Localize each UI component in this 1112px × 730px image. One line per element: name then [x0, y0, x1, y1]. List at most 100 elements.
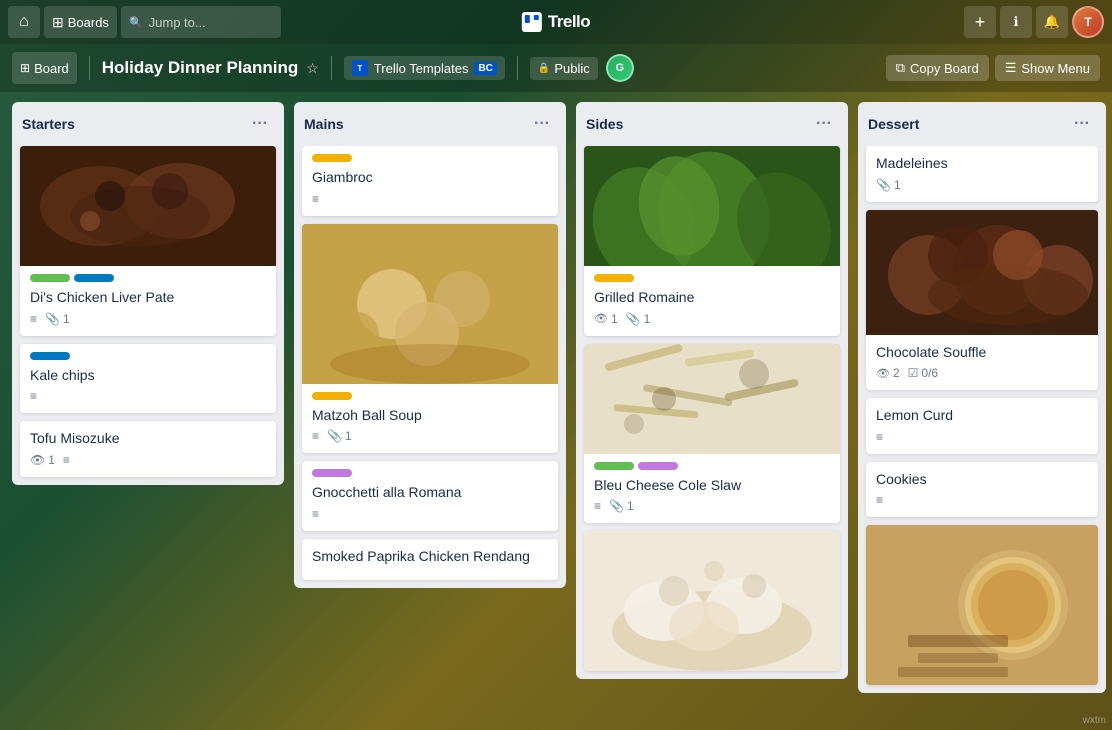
member-avatar[interactable]: G	[606, 54, 634, 82]
home-button[interactable]: ⌂	[8, 6, 40, 38]
card-title-souffle: Chocolate Souffle	[876, 343, 1088, 363]
desc-gnocchetti: ≡	[312, 507, 319, 521]
card-matzo-svg	[302, 224, 558, 384]
attach-romaine: 📎 1	[626, 312, 651, 326]
card-romaine[interactable]: Grilled Romaine 👁 1 📎 1	[584, 146, 840, 336]
column-sides: Sides ···	[576, 102, 848, 679]
attach-icon-romaine: 📎	[626, 312, 641, 326]
card-title-matzoh: Matzoh Ball Soup	[312, 406, 548, 426]
column-title-starters: Starters	[22, 116, 75, 132]
card-sides-3[interactable]	[584, 531, 840, 671]
column-menu-mains[interactable]: ···	[528, 110, 556, 138]
template-badge[interactable]: T Trello Templates BC	[344, 56, 505, 80]
card-coleslaw[interactable]: Bleu Cheese Cole Slaw ≡ 📎 1	[584, 344, 840, 524]
attach-matzoh: 📎 1	[327, 429, 352, 443]
desc-icon-kale: ≡	[30, 389, 37, 403]
card-image-romaine	[584, 146, 840, 266]
divider-1	[89, 56, 90, 80]
attach-coleslaw: 📎 1	[609, 499, 634, 513]
board-view-button[interactable]: ⊞ Board	[12, 52, 77, 84]
card-chicken-liver[interactable]: Di's Chicken Liver Pate ≡ 📎 1	[20, 146, 276, 336]
lock-icon: 🔒	[538, 63, 550, 74]
notification-button[interactable]: 🔔	[1036, 6, 1068, 38]
show-menu-label: Show Menu	[1021, 61, 1090, 76]
card-title-cookies: Cookies	[876, 470, 1088, 490]
count-num: 1	[48, 453, 55, 467]
card-title-chicken-liver: Di's Chicken Liver Pate	[30, 288, 266, 308]
show-menu-button[interactable]: ☰ Show Menu	[995, 55, 1100, 81]
card-footer-madeleines: 📎 1	[876, 178, 1088, 192]
card-labels-kale	[30, 352, 266, 360]
card-cookies[interactable]: Cookies ≡	[866, 462, 1098, 518]
card-rendang[interactable]: Smoked Paprika Chicken Rendang	[302, 539, 558, 581]
card-body-lemon: Lemon Curd ≡	[866, 398, 1098, 454]
watch-romaine: 👁	[594, 312, 608, 325]
card-footer-cookies: ≡	[876, 493, 1088, 507]
card-body-gnocchetti: Gnocchetti alla Romana ≡	[302, 461, 558, 531]
card-title-lemon: Lemon Curd	[876, 406, 1088, 426]
card-footer-lemon: ≡	[876, 430, 1088, 444]
boards-button[interactable]: ⊞ Boards	[44, 6, 117, 38]
desc-coleslaw: ≡	[594, 499, 601, 513]
board-title[interactable]: Holiday Dinner Planning	[102, 58, 298, 78]
desc-lemon: ≡	[876, 430, 883, 444]
card-footer-matzoh: ≡ 📎 1	[312, 429, 548, 443]
card-body-madeleines: Madeleines 📎 1	[866, 146, 1098, 202]
jump-to-button[interactable]: 🔍 Jump to...	[121, 6, 281, 38]
info-button[interactable]: ℹ	[1000, 6, 1032, 38]
star-button[interactable]: ☆	[306, 60, 319, 77]
card-romaine-svg	[584, 146, 840, 266]
column-header-sides: Sides ···	[576, 102, 848, 146]
column-menu-starters[interactable]: ···	[246, 110, 274, 138]
watermark: wxtm	[1083, 715, 1106, 726]
card-tofu[interactable]: Tofu Misozuke 👁 1 ≡	[20, 421, 276, 477]
card-body-rendang: Smoked Paprika Chicken Rendang	[302, 539, 558, 581]
card-labels-coleslaw	[594, 462, 830, 470]
column-cards-mains: Giambroc ≡	[294, 146, 566, 588]
attach-madeleines: 📎 1	[876, 178, 901, 192]
card-footer-tofu: 👁 1 ≡	[30, 453, 266, 467]
divider-2	[331, 56, 332, 80]
column-title-dessert: Dessert	[868, 116, 919, 132]
desc-cookies: ≡	[876, 493, 883, 507]
label-blue-kale	[30, 352, 70, 360]
user-avatar[interactable]: T	[1072, 6, 1104, 38]
count-num-souffle: 2	[893, 366, 900, 380]
card-gingersnaps[interactable]	[866, 525, 1098, 685]
visibility-button[interactable]: 🔒 Public	[530, 57, 598, 80]
label-yellow-giambroc	[312, 154, 352, 162]
card-labels-romaine	[594, 274, 830, 282]
card-attach-count: 📎 1	[45, 312, 70, 326]
card-image-coleslaw	[584, 344, 840, 454]
card-madeleines[interactable]: Madeleines 📎 1	[866, 146, 1098, 202]
menu-icon: ☰	[1005, 60, 1017, 76]
template-logo-icon: T	[352, 60, 368, 76]
boards-label: Boards	[68, 15, 109, 30]
card-title-coleslaw: Bleu Cheese Cole Slaw	[594, 476, 830, 496]
card-footer-gnocchetti: ≡	[312, 507, 548, 521]
card-kale-chips[interactable]: Kale chips ≡	[20, 344, 276, 414]
checklist-num-souffle: 0/6	[921, 366, 938, 380]
card-title-kale: Kale chips	[30, 366, 266, 386]
card-body-tofu: Tofu Misozuke 👁 1 ≡	[20, 421, 276, 477]
card-matzoh[interactable]: Matzoh Ball Soup ≡ 📎 1	[302, 224, 558, 454]
copy-board-button[interactable]: ⧉ Copy Board	[886, 55, 989, 81]
card-souffle[interactable]: Chocolate Souffle 👁 2 ☑ 0/6	[866, 210, 1098, 391]
card-image-whipped	[584, 531, 840, 671]
column-header-starters: Starters ···	[12, 102, 284, 146]
divider-3	[517, 56, 518, 80]
card-body-matzoh: Matzoh Ball Soup ≡ 📎 1	[302, 384, 558, 454]
card-gnocchetti[interactable]: Gnocchetti alla Romana ≡	[302, 461, 558, 531]
card-footer-coleslaw: ≡ 📎 1	[594, 499, 830, 513]
label-green-coleslaw	[594, 462, 634, 470]
card-image-bruschetta	[20, 146, 276, 266]
card-lemon-curd[interactable]: Lemon Curd ≡	[866, 398, 1098, 454]
boardbar-right: ⧉ Copy Board ☰ Show Menu	[886, 55, 1100, 81]
card-giambroc[interactable]: Giambroc ≡	[302, 146, 558, 216]
template-bc-badge: BC	[474, 62, 496, 75]
column-menu-sides[interactable]: ···	[810, 110, 838, 138]
column-menu-dessert[interactable]: ···	[1068, 110, 1096, 138]
card-count-tofu: 👁 1	[30, 453, 55, 467]
create-button[interactable]: +	[964, 6, 996, 38]
card-desc-giambroc: ≡	[312, 192, 319, 206]
